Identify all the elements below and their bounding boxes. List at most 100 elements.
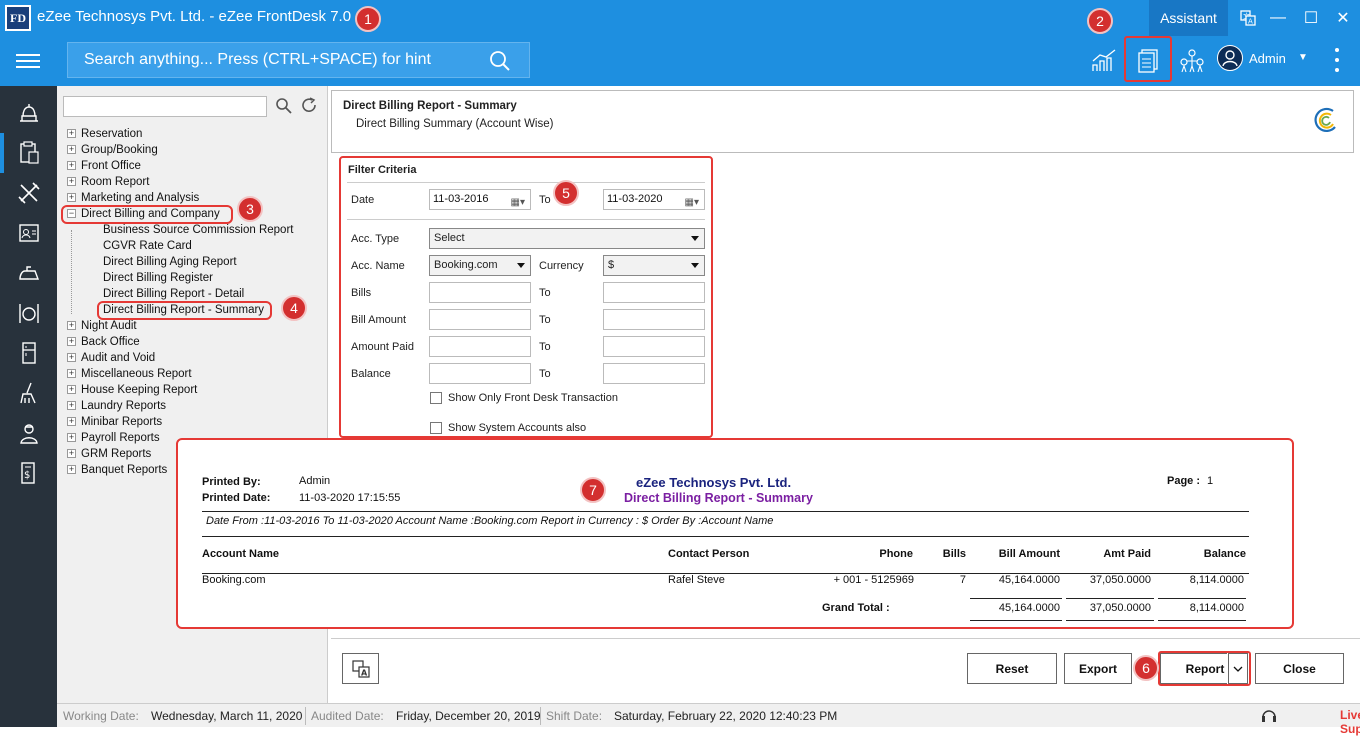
row-amt-paid: 37,050.0000: [1089, 574, 1151, 586]
headset-icon[interactable]: [1260, 707, 1278, 725]
tree-node-miscellaneous[interactable]: + Miscellaneous Report: [67, 366, 192, 382]
report-preview: Printed By: Admin Printed Date: 11-03-20…: [176, 438, 1294, 629]
grand-total-balance: 8,114.0000: [1189, 602, 1244, 614]
row-bill-amount: 45,164.0000: [998, 574, 1060, 586]
tree-child-business-source[interactable]: Business Source Commission Report: [103, 222, 293, 238]
translate-icon[interactable]: A: [342, 653, 379, 684]
tree-node-reservation[interactable]: + Reservation: [67, 126, 142, 142]
assistant-button[interactable]: Assistant: [1149, 0, 1228, 36]
bills-from-input[interactable]: [429, 282, 531, 303]
user-name[interactable]: Admin: [1249, 51, 1286, 66]
search-icon[interactable]: [489, 50, 511, 72]
tree-node-payroll[interactable]: + Payroll Reports: [67, 430, 160, 446]
tree-child-cgvr-rate-card[interactable]: CGVR Rate Card: [103, 238, 192, 254]
close-button[interactable]: Close: [1255, 653, 1344, 684]
annotation-badge-3: 3: [237, 196, 263, 222]
grand-total-amt-paid: 37,050.0000: [1089, 602, 1151, 614]
staff-icon[interactable]: [0, 413, 57, 453]
date-from-value: 11-03-2016: [433, 193, 489, 205]
maximize-button[interactable]: ☐: [1299, 6, 1323, 30]
bills-to-input[interactable]: [603, 282, 705, 303]
calendar-icon[interactable]: ▦▾: [511, 193, 525, 212]
divider: [970, 598, 1062, 599]
tree-node-audit-void[interactable]: + Audit and Void: [67, 350, 155, 366]
front-desk-icon[interactable]: [0, 93, 57, 133]
amount-paid-label: Amount Paid: [351, 341, 414, 353]
acc-type-select[interactable]: Select: [429, 228, 705, 249]
bill-amount-from-input[interactable]: [429, 309, 531, 330]
minibar-icon[interactable]: [0, 333, 57, 373]
menu-icon[interactable]: [16, 50, 40, 70]
tree-search-input[interactable]: [63, 96, 267, 117]
refresh-icon[interactable]: [301, 97, 318, 114]
restaurant-icon[interactable]: [0, 293, 57, 333]
printed-by-value: Admin: [299, 475, 331, 487]
tree-child-register[interactable]: Direct Billing Register: [103, 270, 213, 286]
bill-amount-label: Bill Amount: [351, 314, 407, 326]
date-from-field[interactable]: 11-03-2016 ▦▾: [429, 189, 531, 210]
minimize-button[interactable]: —: [1266, 6, 1290, 30]
user-avatar-icon[interactable]: [1217, 45, 1243, 71]
live-support-link[interactable]: Live Support: [1340, 708, 1360, 736]
search-icon[interactable]: [275, 97, 292, 114]
reports-icon[interactable]: [1131, 44, 1165, 78]
balance-from-input[interactable]: [429, 363, 531, 384]
amount-paid-to-input[interactable]: [603, 336, 705, 357]
balance-to-input[interactable]: [603, 363, 705, 384]
acc-name-select[interactable]: Booking.com: [429, 255, 531, 276]
network-icon[interactable]: [1175, 44, 1209, 78]
divider: [1066, 598, 1154, 599]
global-search[interactable]: [67, 42, 530, 78]
highlight-direct-billing: [61, 205, 233, 224]
tree-child-aging-report[interactable]: Direct Billing Aging Report: [103, 254, 237, 270]
row-account-name: Booking.com: [202, 574, 266, 586]
id-card-icon[interactable]: [0, 213, 57, 253]
annotation-badge-1: 1: [355, 6, 381, 32]
printed-by-label: Printed By:: [202, 476, 261, 488]
reset-button[interactable]: Reset: [967, 653, 1057, 684]
translate-icon[interactable]: 文A: [1236, 6, 1260, 30]
reports-rail-icon[interactable]: [0, 133, 57, 173]
system-accounts-label: Show System Accounts also: [448, 422, 587, 434]
tree-child-report-detail[interactable]: Direct Billing Report - Detail: [103, 286, 244, 302]
tools-icon[interactable]: [0, 173, 57, 213]
tree-node-night-audit[interactable]: + Night Audit: [67, 318, 137, 334]
col-bill-amount: Bill Amount: [998, 548, 1060, 560]
tree-node-laundry[interactable]: + Laundry Reports: [67, 398, 166, 414]
calendar-icon[interactable]: ▦▾: [685, 193, 699, 212]
tree-node-minibar[interactable]: + Minibar Reports: [67, 414, 162, 430]
tree-node-grm[interactable]: + GRM Reports: [67, 446, 151, 462]
date-to-field[interactable]: 11-03-2020 ▦▾: [603, 189, 705, 210]
svg-text:A: A: [1248, 18, 1253, 26]
tree-node-group-booking[interactable]: + Group/Booking: [67, 142, 158, 158]
tree-node-front-office[interactable]: + Front Office: [67, 158, 141, 174]
front-desk-only-checkbox[interactable]: [430, 392, 442, 404]
divider: [1158, 620, 1246, 621]
close-window-button[interactable]: ✕: [1331, 6, 1355, 30]
bill-icon[interactable]: $: [0, 453, 57, 493]
bill-amount-to-input[interactable]: [603, 309, 705, 330]
page-number: 1: [1207, 475, 1214, 487]
svg-text:$: $: [24, 470, 30, 481]
tree-node-marketing[interactable]: + Marketing and Analysis: [67, 190, 199, 206]
amount-paid-from-input[interactable]: [429, 336, 531, 357]
housekeeping-icon[interactable]: [0, 253, 57, 293]
export-button[interactable]: Export: [1064, 653, 1132, 684]
divider: [970, 620, 1062, 621]
chart-icon[interactable]: [1087, 44, 1121, 78]
cleaning-icon[interactable]: [0, 373, 57, 413]
annotation-badge-5: 5: [553, 180, 579, 206]
currency-select[interactable]: $: [603, 255, 705, 276]
chevron-down-icon[interactable]: ▼: [1298, 52, 1308, 63]
col-contact-person: Contact Person: [668, 548, 750, 560]
tree-node-room-report[interactable]: + Room Report: [67, 174, 149, 190]
tree-node-back-office[interactable]: + Back Office: [67, 334, 140, 350]
report-header: Direct Billing Report - Summary Direct B…: [331, 90, 1354, 153]
tree-node-housekeeping[interactable]: + House Keeping Report: [67, 382, 197, 398]
search-input[interactable]: [84, 51, 484, 69]
col-balance: Balance: [1203, 548, 1246, 560]
date-to-label: To: [539, 194, 551, 206]
more-options-icon[interactable]: [1334, 48, 1340, 72]
system-accounts-checkbox[interactable]: [430, 422, 442, 434]
tree-node-banquet[interactable]: + Banquet Reports: [67, 462, 167, 478]
